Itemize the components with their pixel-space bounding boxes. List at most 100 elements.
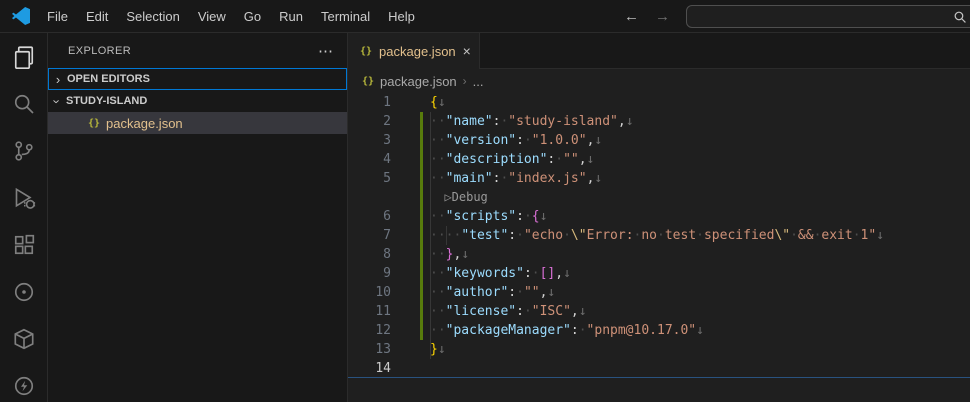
code-line[interactable]: 7····"test":·"echo·\"Error:·no·test·spec… [348, 226, 970, 245]
activity-bar-item-search[interactable] [0, 80, 48, 127]
token-w: · [524, 133, 532, 148]
token-w: ·· [430, 323, 446, 338]
activity-bar-item-explorer[interactable] [0, 33, 48, 80]
token-b1: { [430, 95, 438, 110]
code-line[interactable]: 1{↓ [348, 93, 970, 112]
token-p: , [579, 152, 587, 167]
git-added-gutter [420, 283, 423, 302]
line-number: 2 [348, 112, 391, 131]
git-added-gutter [420, 207, 423, 226]
code-line[interactable]: 4··"description":·"",↓ [348, 150, 970, 169]
token-a: ↓ [594, 133, 602, 148]
token-s: no [641, 228, 657, 243]
menu-view[interactable]: View [189, 0, 235, 33]
code-line[interactable]: 10··"author":·"",↓ [348, 283, 970, 302]
more-actions-icon[interactable]: ⋯ [318, 42, 333, 60]
git-added-gutter [420, 264, 423, 283]
menu-run[interactable]: Run [270, 0, 312, 33]
menu-file[interactable]: File [38, 0, 77, 33]
section-open-editors[interactable]: › OPEN EDITORS [48, 68, 347, 90]
breadcrumb-file[interactable]: package.json [380, 74, 457, 89]
activity-bar-item-extensions[interactable] [0, 221, 48, 268]
code-line[interactable]: 14 [348, 359, 970, 378]
token-p: : [516, 209, 524, 224]
json-file-icon: {} [360, 46, 372, 57]
tab-package-json[interactable]: {} package.json × [348, 33, 480, 69]
activity-bar-item-source-control[interactable] [0, 127, 48, 174]
activity-bar-item-extension-b[interactable] [0, 315, 48, 362]
chevron-down-icon: › [50, 92, 65, 110]
token-a: ↓ [594, 171, 602, 186]
token-w: · [524, 304, 532, 319]
activity-bar-item-extension-c[interactable] [0, 362, 48, 402]
token-w: ·· [430, 266, 446, 281]
line-number: 3 [348, 131, 391, 150]
breadcrumb-symbol[interactable]: ... [473, 74, 484, 89]
token-a: ↓ [579, 304, 587, 319]
token-k: "main" [446, 171, 493, 186]
back-arrow-icon[interactable]: ← [624, 8, 639, 25]
menu-edit[interactable]: Edit [77, 0, 117, 33]
token-s: 1" [861, 228, 877, 243]
forward-arrow-icon[interactable]: → [655, 8, 670, 25]
token-a: ↓ [587, 152, 595, 167]
run-debug-icon [12, 186, 36, 210]
menu-go[interactable]: Go [235, 0, 270, 33]
code-line[interactable]: 8··},↓ [348, 245, 970, 264]
token-a: ↓ [461, 247, 469, 262]
codelens-debug[interactable]: ▷Debug [430, 190, 488, 204]
token-s: "index.js" [508, 171, 586, 186]
token-p: , [555, 266, 563, 281]
codelens-row[interactable]: ▷Debug [348, 188, 970, 207]
line-number: 12 [348, 321, 391, 340]
menu-terminal[interactable]: Terminal [312, 0, 379, 33]
close-icon[interactable]: × [463, 43, 471, 59]
menu-selection[interactable]: Selection [117, 0, 188, 33]
code-line[interactable]: 9··"keywords":·[],↓ [348, 264, 970, 283]
token-p: : [516, 304, 524, 319]
token-b2: [] [540, 266, 556, 281]
code-editor[interactable]: 1{↓2··"name":·"study-island",↓3··"versio… [348, 93, 970, 402]
project-root-label: STUDY-ISLAND [66, 95, 147, 107]
lightning-circle-icon [12, 374, 36, 398]
token-s: Error: [587, 228, 634, 243]
file-item-package-json[interactable]: {} package.json [48, 112, 347, 134]
token-w: ·· [430, 133, 446, 148]
sidebar-header: EXPLORER ⋯ [48, 33, 347, 68]
workbench: EXPLORER ⋯ › OPEN EDITORS › STUDY-ISLAND… [0, 33, 970, 402]
git-added-gutter [420, 340, 423, 359]
code-line[interactable]: 6··"scripts":·{↓ [348, 207, 970, 226]
token-w: · [524, 209, 532, 224]
line-number: 7 [348, 226, 391, 245]
token-k: "packageManager" [446, 323, 571, 338]
code-line[interactable]: 11··"license":·"ISC",↓ [348, 302, 970, 321]
token-w: · [696, 228, 704, 243]
code-lines: 1{↓2··"name":·"study-island",↓3··"versio… [348, 93, 970, 378]
token-a: ↓ [438, 95, 446, 110]
section-project-root[interactable]: › STUDY-ISLAND [48, 90, 347, 112]
token-s: specified [704, 228, 774, 243]
token-w: ·· [430, 114, 446, 129]
token-k: "license" [446, 304, 516, 319]
git-added-gutter [420, 169, 423, 188]
tab-bar: {} package.json × [348, 33, 970, 69]
code-line[interactable]: 5··"main":·"index.js",↓ [348, 169, 970, 188]
activity-bar-item-run-debug[interactable] [0, 174, 48, 221]
code-line[interactable]: 12··"packageManager":·"pnpm@10.17.0"↓ [348, 321, 970, 340]
token-a: ↓ [547, 285, 555, 300]
token-k: "test" [461, 228, 508, 243]
search-icon [953, 10, 967, 24]
code-line[interactable]: 3··"version":·"1.0.0",↓ [348, 131, 970, 150]
command-center-search[interactable] [686, 5, 970, 28]
line-number [348, 188, 391, 207]
code-line[interactable]: 2··"name":·"study-island",↓ [348, 112, 970, 131]
activity-bar-item-extension-a[interactable] [0, 268, 48, 315]
token-k: "scripts" [446, 209, 516, 224]
token-b2: { [532, 209, 540, 224]
token-e: \" [571, 228, 587, 243]
code-line[interactable]: 13}↓ [348, 340, 970, 359]
token-a: ↓ [876, 228, 884, 243]
circle-dial-icon [12, 280, 36, 304]
git-added-gutter [420, 359, 423, 377]
menu-help[interactable]: Help [379, 0, 424, 33]
